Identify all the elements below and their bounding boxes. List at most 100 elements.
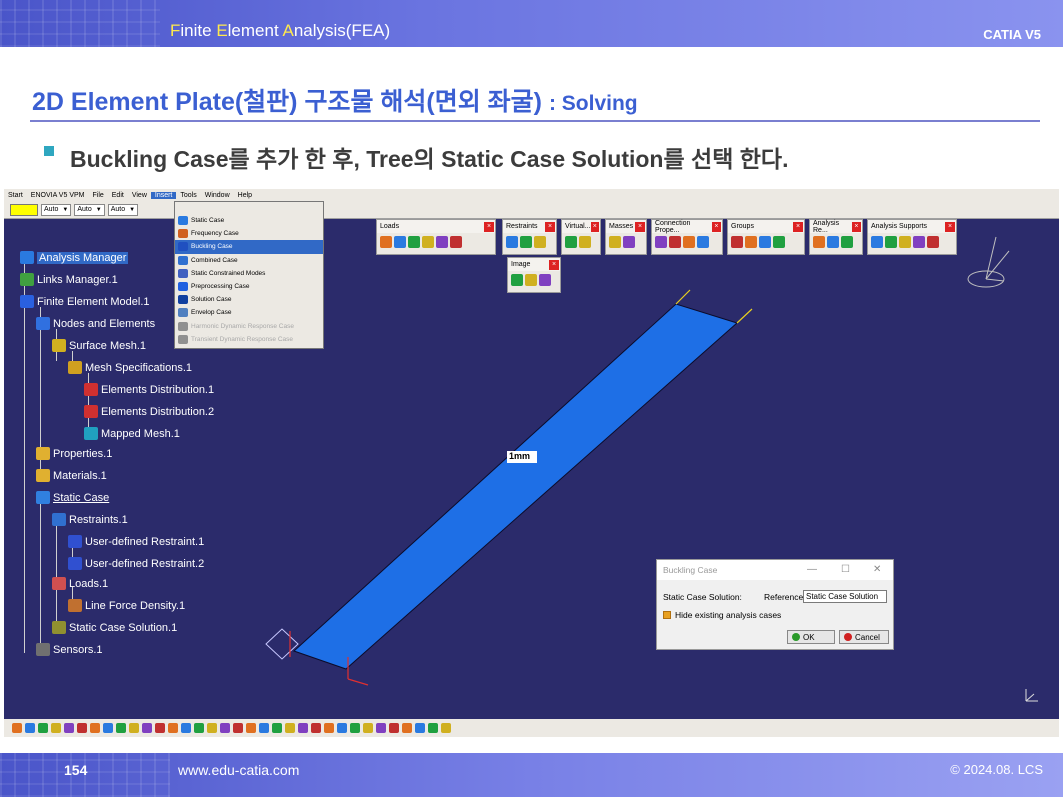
cancel-button[interactable]: Cancel: [839, 630, 889, 644]
tool-icon[interactable]: [103, 723, 113, 733]
tree-node-mapped-mesh-1[interactable]: Mapped Mesh.1: [84, 427, 180, 440]
tool-icon[interactable]: [77, 723, 87, 733]
toolbar-header[interactable]: Groups ×: [728, 220, 804, 233]
tool-icon[interactable]: [683, 236, 695, 248]
tool-icon[interactable]: [841, 236, 853, 248]
tool-icon[interactable]: [773, 236, 785, 248]
toolbar-header[interactable]: Image ×: [508, 258, 560, 271]
tool-icon[interactable]: [450, 236, 462, 248]
tool-icon[interactable]: [90, 723, 100, 733]
tool-icon[interactable]: [129, 723, 139, 733]
close-icon[interactable]: ×: [484, 221, 494, 232]
tool-icon[interactable]: [380, 236, 392, 248]
tool-icon[interactable]: [246, 723, 256, 733]
tree-node-finite-element-model-1[interactable]: Finite Element Model.1: [20, 295, 150, 308]
tool-icon[interactable]: [827, 236, 839, 248]
tool-icon[interactable]: [534, 236, 546, 248]
toolbar-header[interactable]: Virtual... ×: [562, 220, 600, 233]
tree-node-materials-1[interactable]: Materials.1: [36, 469, 107, 482]
tool-icon[interactable]: [609, 236, 621, 248]
toolbar-header[interactable]: Loads ×: [377, 220, 495, 233]
tree-node-user-defined-restraint-2[interactable]: User-defined Restraint.2: [68, 557, 204, 570]
tree-node-static-case-solution-1[interactable]: Static Case Solution.1: [52, 621, 177, 634]
close-icon[interactable]: ×: [635, 221, 645, 232]
tool-icon[interactable]: [233, 723, 243, 733]
tool-icon[interactable]: [194, 723, 204, 733]
tool-icon[interactable]: [376, 723, 386, 733]
tool-icon[interactable]: [669, 236, 681, 248]
tree-node-properties-1[interactable]: Properties.1: [36, 447, 112, 460]
linetype-combo[interactable]: Auto ▼: [74, 203, 105, 216]
tool-icon[interactable]: [506, 236, 518, 248]
tree-node-analysis-manager[interactable]: Analysis Manager: [20, 251, 129, 264]
toolbar-header[interactable]: Analysis Re... ×: [810, 220, 862, 234]
menu-window[interactable]: Window: [201, 192, 234, 199]
tree-node-elements-distribution-2[interactable]: Elements Distribution.2: [84, 405, 214, 418]
close-icon[interactable]: ×: [851, 221, 861, 232]
tree-node-sensors-1[interactable]: Sensors.1: [36, 643, 103, 656]
color-swatch[interactable]: [10, 203, 38, 216]
tool-icon[interactable]: [389, 723, 399, 733]
tool-icon[interactable]: [116, 723, 126, 733]
tree-node-restraints-1[interactable]: Restraints.1: [52, 513, 128, 526]
tool-icon[interactable]: [511, 274, 523, 286]
tool-icon[interactable]: [422, 236, 434, 248]
tool-icon[interactable]: [913, 236, 925, 248]
tool-icon[interactable]: [428, 723, 438, 733]
menu-edit[interactable]: Edit: [108, 192, 128, 199]
toolbar-header[interactable]: Restraints ×: [503, 220, 556, 233]
tool-icon[interactable]: [759, 236, 771, 248]
tool-icon[interactable]: [871, 236, 883, 248]
tool-icon[interactable]: [272, 723, 282, 733]
close-icon[interactable]: ×: [549, 259, 559, 270]
compass-icon[interactable]: [967, 236, 1010, 288]
close-icon[interactable]: ×: [711, 221, 721, 232]
close-icon[interactable]: ×: [545, 221, 555, 232]
tool-icon[interactable]: [350, 723, 360, 733]
tool-icon[interactable]: [363, 723, 373, 733]
tool-icon[interactable]: [207, 723, 217, 733]
static-case-solution-field[interactable]: Static Case Solution: [803, 590, 887, 603]
maximize-icon[interactable]: ☐: [841, 564, 850, 575]
menu-start[interactable]: Start: [4, 192, 27, 199]
tool-icon[interactable]: [394, 236, 406, 248]
tool-icon[interactable]: [12, 723, 22, 733]
menu-view[interactable]: View: [128, 192, 151, 199]
minimize-icon[interactable]: —: [807, 564, 817, 575]
tool-icon[interactable]: [731, 236, 743, 248]
tool-icon[interactable]: [579, 236, 591, 248]
hide-cases-row[interactable]: Hide existing analysis cases: [663, 610, 781, 620]
tree-node-links-manager-1[interactable]: Links Manager.1: [20, 273, 118, 286]
tool-icon[interactable]: [415, 723, 425, 733]
tool-icon[interactable]: [25, 723, 35, 733]
tool-icon[interactable]: [697, 236, 709, 248]
menu-file[interactable]: File: [88, 192, 107, 199]
tool-icon[interactable]: [51, 723, 61, 733]
tool-icon[interactable]: [436, 236, 448, 248]
tool-icon[interactable]: [220, 723, 230, 733]
tool-icon[interactable]: [813, 236, 825, 248]
tool-icon[interactable]: [38, 723, 48, 733]
menu-item-static-case[interactable]: Static Case: [175, 214, 323, 227]
tool-icon[interactable]: [623, 236, 635, 248]
toolbar-header[interactable]: Connection Prope... ×: [652, 220, 722, 234]
tool-icon[interactable]: [525, 274, 537, 286]
tool-icon[interactable]: [168, 723, 178, 733]
tool-icon[interactable]: [899, 236, 911, 248]
toolbar-header[interactable]: Masses ×: [606, 220, 646, 233]
tool-icon[interactable]: [655, 236, 667, 248]
tool-icon[interactable]: [539, 274, 551, 286]
toolbar-header[interactable]: Analysis Supports ×: [868, 220, 956, 233]
tool-icon[interactable]: [259, 723, 269, 733]
menu-tools[interactable]: Tools: [176, 192, 200, 199]
menu-insert[interactable]: Insert: [150, 191, 177, 199]
transparency-combo[interactable]: Auto ▼: [41, 203, 72, 216]
hide-cases-checkbox[interactable]: [663, 611, 671, 619]
tool-icon[interactable]: [441, 723, 451, 733]
close-icon[interactable]: ×: [590, 221, 599, 232]
tool-icon[interactable]: [337, 723, 347, 733]
close-icon[interactable]: ×: [793, 221, 803, 232]
tool-icon[interactable]: [155, 723, 165, 733]
tool-icon[interactable]: [402, 723, 412, 733]
close-icon[interactable]: ✕: [873, 564, 881, 575]
